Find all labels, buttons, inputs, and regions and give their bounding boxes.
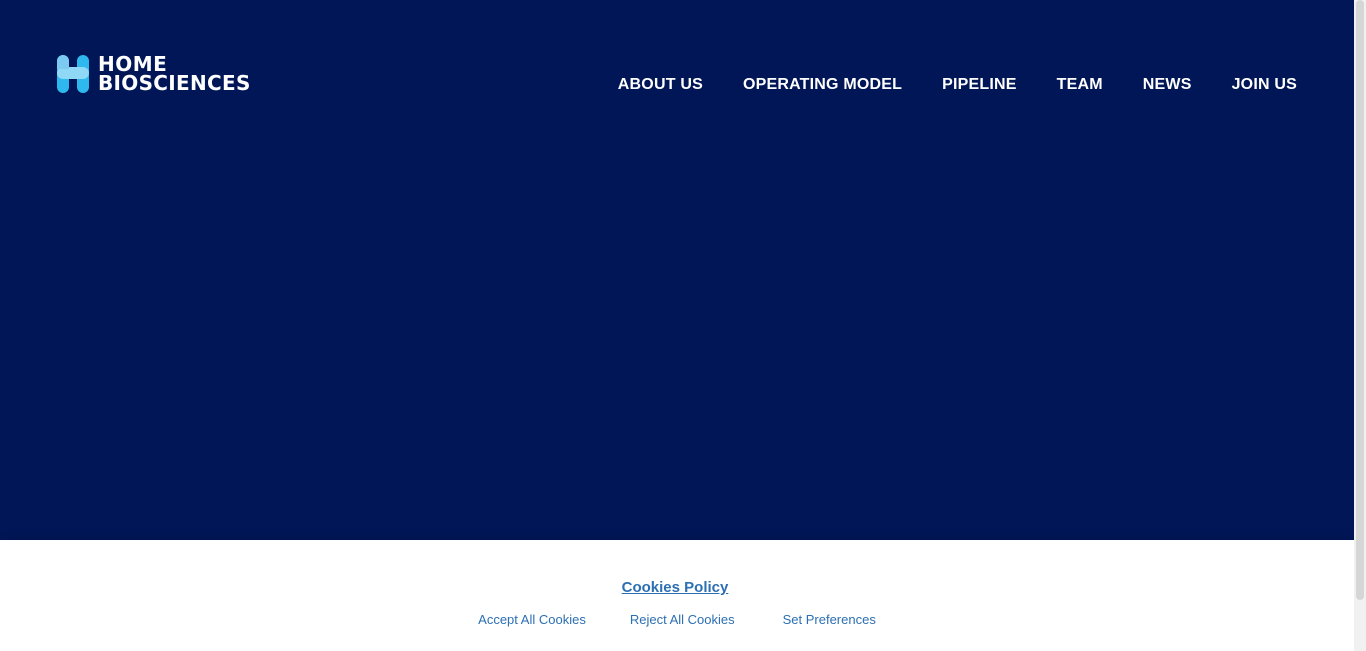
logo-wordmark: HOME BIOSCIENCES <box>98 54 251 95</box>
page: HOME BIOSCIENCES ABOUT US OPERATING MODE… <box>0 0 1366 651</box>
nav-item-join-us[interactable]: JOIN US <box>1232 76 1297 94</box>
cookie-actions: Accept All Cookies Reject All Cookies Se… <box>0 612 1354 627</box>
accept-all-cookies-button[interactable]: Accept All Cookies <box>478 612 586 627</box>
main-nav: ABOUT US OPERATING MODEL PIPELINE TEAM N… <box>618 76 1297 94</box>
set-preferences-button[interactable]: Set Preferences <box>783 612 876 627</box>
logo-line2: BIOSCIENCES <box>98 71 251 95</box>
nav-item-about-us[interactable]: ABOUT US <box>618 76 703 94</box>
nav-item-team[interactable]: TEAM <box>1057 76 1103 94</box>
reject-all-cookies-button[interactable]: Reject All Cookies <box>630 612 735 627</box>
home-logo-link[interactable]: HOME BIOSCIENCES <box>57 54 251 95</box>
nav-item-pipeline[interactable]: PIPELINE <box>942 76 1017 94</box>
cookie-consent-bar: Cookies Policy Accept All Cookies Reject… <box>0 540 1354 651</box>
scrollbar-thumb[interactable] <box>1356 0 1364 600</box>
cookies-policy-link[interactable]: Cookies Policy <box>0 579 1350 596</box>
nav-item-operating-model[interactable]: OPERATING MODEL <box>743 76 902 94</box>
nav-item-news[interactable]: NEWS <box>1143 76 1192 94</box>
page-scrollbar[interactable] <box>1354 0 1366 651</box>
hero-section: HOME BIOSCIENCES ABOUT US OPERATING MODE… <box>0 0 1354 540</box>
home-biosciences-logo-icon <box>57 55 89 93</box>
